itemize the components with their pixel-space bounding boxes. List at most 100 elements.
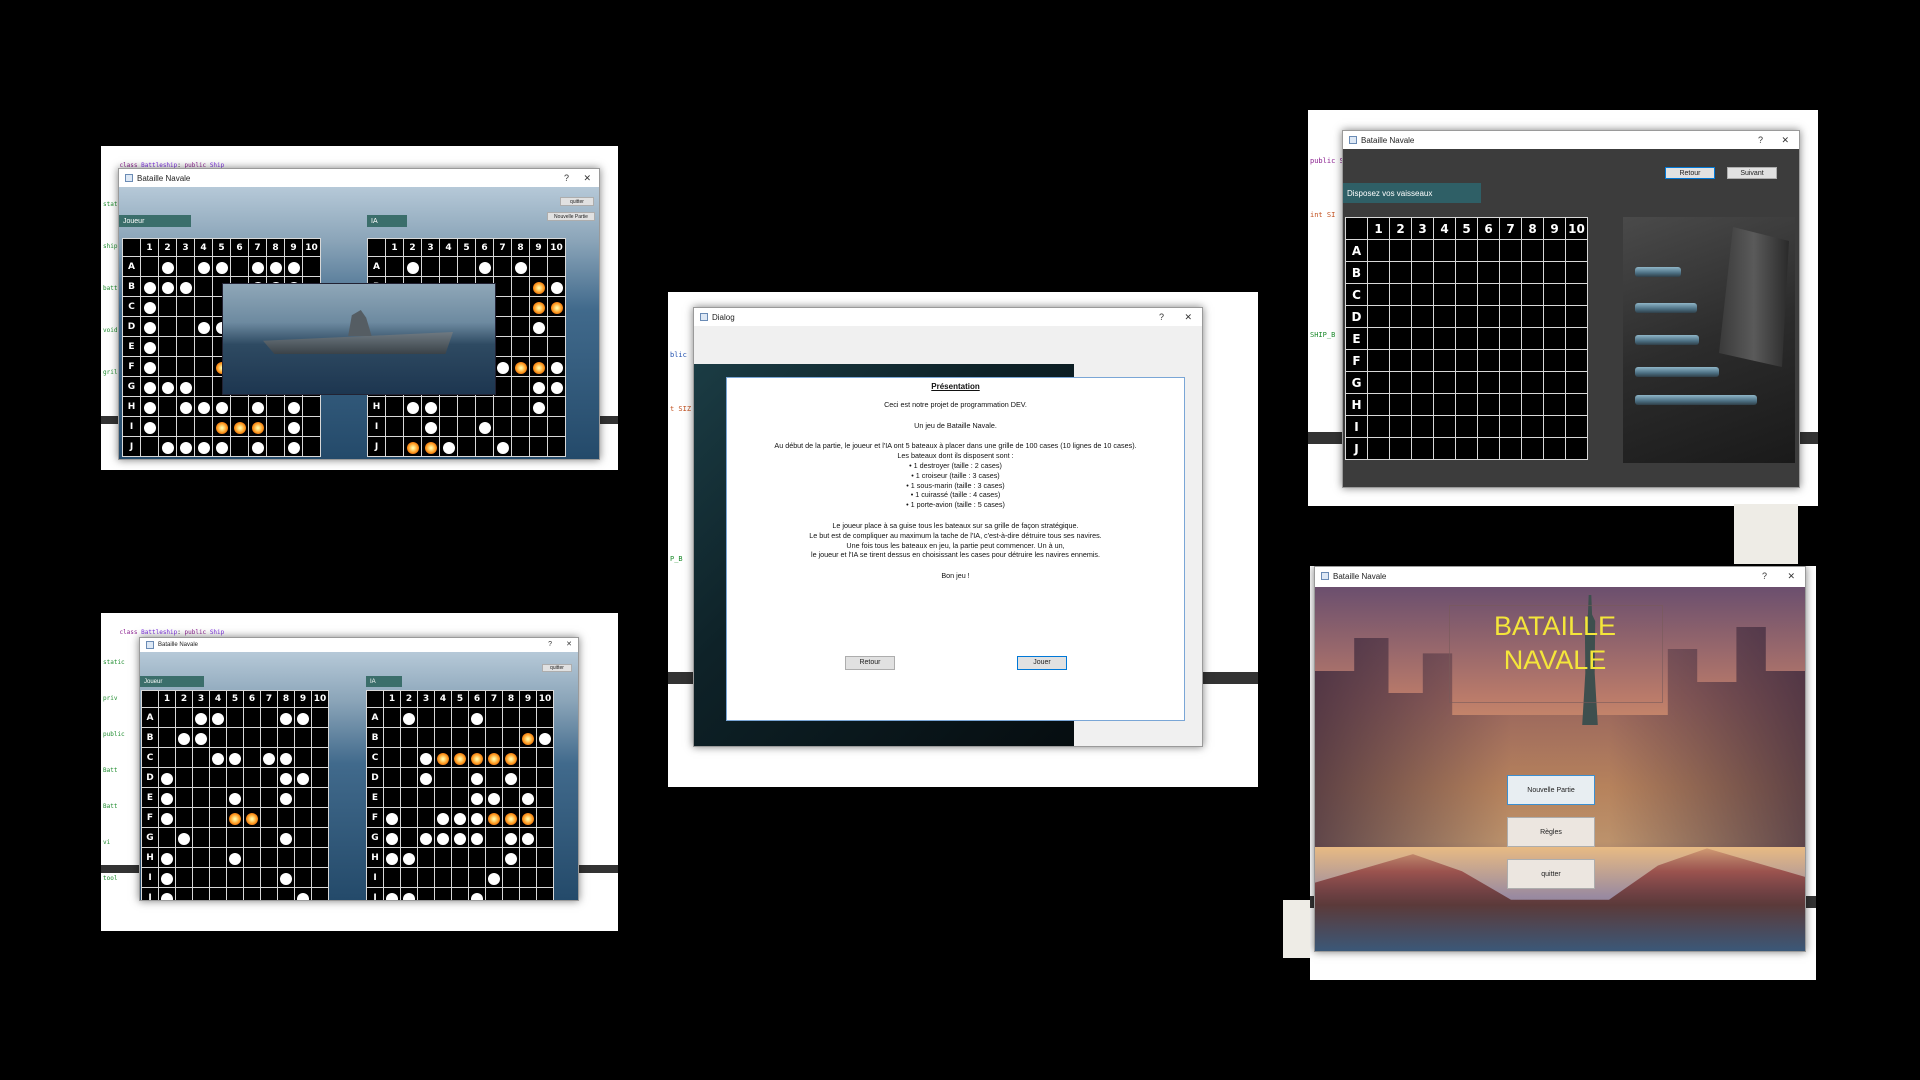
board-cell[interactable]: [192, 707, 210, 728]
board-cell[interactable]: [294, 887, 312, 900]
board-cell[interactable]: [158, 827, 176, 848]
board-cell[interactable]: [226, 867, 244, 888]
board-cell[interactable]: [485, 707, 503, 728]
board-cell[interactable]: [1477, 305, 1500, 328]
board-cell[interactable]: [209, 887, 227, 900]
board-cell[interactable]: [209, 747, 227, 768]
board-cell[interactable]: [192, 867, 210, 888]
board-cell[interactable]: [1565, 393, 1588, 416]
board-cell[interactable]: [1367, 305, 1390, 328]
board-cell[interactable]: [1521, 371, 1544, 394]
board-cell[interactable]: [194, 436, 213, 457]
board-cell[interactable]: [209, 827, 227, 848]
board-cell[interactable]: [536, 727, 554, 748]
board-cell[interactable]: [529, 256, 548, 277]
board-cell[interactable]: [1433, 305, 1456, 328]
board-cell[interactable]: [311, 727, 329, 748]
board-cell[interactable]: [1543, 393, 1566, 416]
board-cell[interactable]: [243, 747, 261, 768]
board-cell[interactable]: [1389, 415, 1412, 438]
board-cell[interactable]: [457, 416, 476, 437]
close-button[interactable]: ✕: [583, 169, 591, 187]
board-cell[interactable]: [194, 256, 213, 277]
board-cell[interactable]: [468, 867, 486, 888]
board-cell[interactable]: [311, 887, 329, 900]
board-cell[interactable]: [434, 827, 452, 848]
board-cell[interactable]: [417, 847, 435, 868]
board-cell[interactable]: [1521, 261, 1544, 284]
board-cell[interactable]: [1389, 437, 1412, 460]
board-cell[interactable]: [1477, 415, 1500, 438]
board-cell[interactable]: [502, 767, 520, 788]
board-cell[interactable]: [175, 727, 193, 748]
board-cell[interactable]: [176, 356, 195, 377]
board-cell[interactable]: [511, 336, 530, 357]
board-cell[interactable]: [294, 827, 312, 848]
board-cell[interactable]: [1521, 437, 1544, 460]
board-cell[interactable]: [511, 416, 530, 437]
board-cell[interactable]: [1433, 327, 1456, 350]
board-cell[interactable]: [536, 767, 554, 788]
board-cell[interactable]: [226, 727, 244, 748]
board-cell[interactable]: [1367, 415, 1390, 438]
play-button[interactable]: Jouer: [1017, 656, 1067, 670]
board-cell[interactable]: [1543, 371, 1566, 394]
board-cell[interactable]: [1565, 349, 1588, 372]
board-cell[interactable]: [417, 747, 435, 768]
board-cell[interactable]: [519, 887, 537, 900]
board-cell[interactable]: [140, 356, 159, 377]
board-cell[interactable]: [434, 727, 452, 748]
board-cell[interactable]: [451, 707, 469, 728]
board-cell[interactable]: [475, 416, 494, 437]
board-cell[interactable]: [1565, 415, 1588, 438]
board-cell[interactable]: [311, 867, 329, 888]
board-cell[interactable]: [475, 436, 494, 457]
board-cell[interactable]: [519, 727, 537, 748]
board-cell[interactable]: [260, 747, 278, 768]
aircraft-carrier-ship[interactable]: [1635, 395, 1757, 405]
board-cell[interactable]: [536, 707, 554, 728]
board-cell[interactable]: [1543, 239, 1566, 262]
board-cell[interactable]: [475, 396, 494, 417]
board-cell[interactable]: [451, 847, 469, 868]
board-cell[interactable]: [485, 827, 503, 848]
board-cell[interactable]: [468, 707, 486, 728]
board-cell[interactable]: [260, 727, 278, 748]
help-button[interactable]: ?: [1762, 567, 1767, 585]
submarine-ship[interactable]: [1635, 335, 1699, 345]
new-game-button[interactable]: Nouvelle Partie: [547, 212, 595, 221]
board-cell[interactable]: [192, 787, 210, 808]
board-cell[interactable]: [1565, 371, 1588, 394]
board-cell[interactable]: [457, 396, 476, 417]
board-cell[interactable]: [176, 336, 195, 357]
board-cell[interactable]: [1499, 371, 1522, 394]
board-cell[interactable]: [383, 707, 401, 728]
board-cell[interactable]: [1455, 261, 1478, 284]
back-button[interactable]: Retour: [845, 656, 895, 670]
board-cell[interactable]: [176, 396, 195, 417]
board-cell[interactable]: [175, 707, 193, 728]
board-cell[interactable]: [493, 436, 512, 457]
board-cell[interactable]: [294, 727, 312, 748]
board-cell[interactable]: [1455, 349, 1478, 372]
board-cell[interactable]: [468, 887, 486, 900]
board-cell[interactable]: [226, 747, 244, 768]
board-cell[interactable]: [1477, 437, 1500, 460]
board-cell[interactable]: [400, 707, 418, 728]
board-cell[interactable]: [547, 276, 566, 297]
board-cell[interactable]: [1455, 371, 1478, 394]
board-cell[interactable]: [1477, 393, 1500, 416]
board-cell[interactable]: [529, 376, 548, 397]
board-cell[interactable]: [230, 416, 249, 437]
board-cell[interactable]: [403, 256, 422, 277]
board-cell[interactable]: [1565, 437, 1588, 460]
board-cell[interactable]: [294, 767, 312, 788]
board-cell[interactable]: [1499, 305, 1522, 328]
board-cell[interactable]: [294, 707, 312, 728]
board-cell[interactable]: [294, 747, 312, 768]
board-cell[interactable]: [1455, 305, 1478, 328]
board-cell[interactable]: [493, 336, 512, 357]
board-cell[interactable]: [519, 807, 537, 828]
board-cell[interactable]: [226, 767, 244, 788]
board-cell[interactable]: [194, 356, 213, 377]
